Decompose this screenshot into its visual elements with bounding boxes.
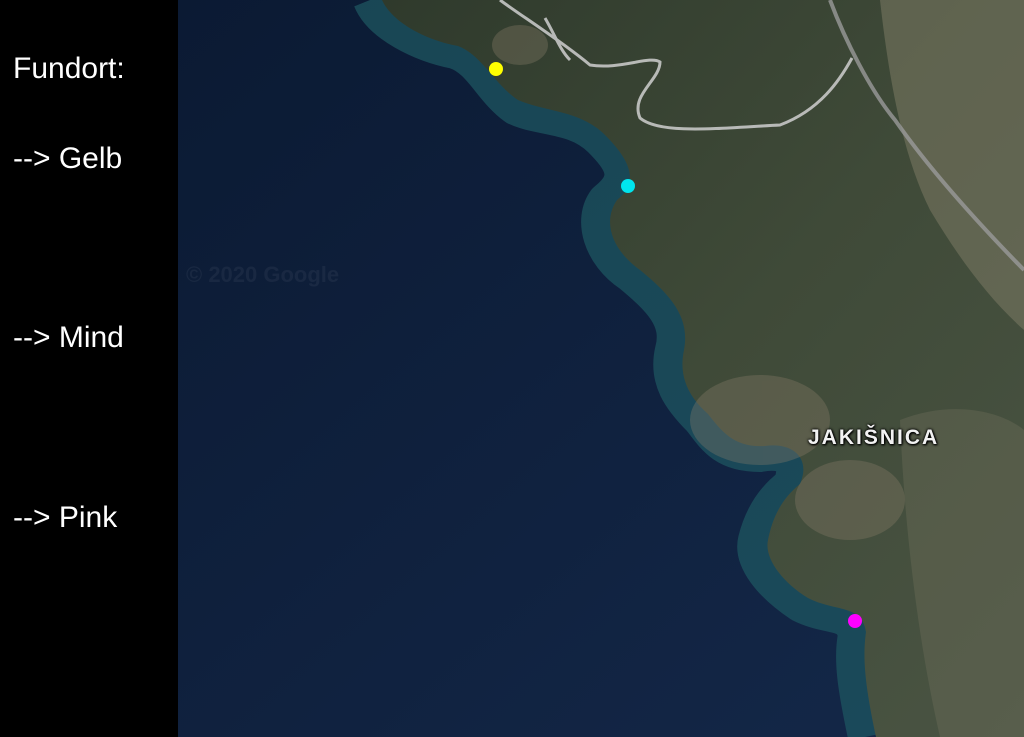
- map-watermark: © 2020 Google: [186, 262, 340, 287]
- place-label: JAKIŠNICA: [808, 426, 940, 449]
- satellite-map[interactable]: [178, 0, 1024, 737]
- cyan-marker[interactable]: [621, 179, 635, 193]
- legend-item-pink: --> Pink: [13, 501, 118, 534]
- legend-item-gelb: --> Gelb: [13, 142, 123, 175]
- legend-title: Fundort:: [13, 52, 125, 85]
- legend-item-mind: --> Mind: [13, 321, 124, 354]
- magenta-marker[interactable]: [848, 614, 862, 628]
- yellow-marker[interactable]: [489, 62, 503, 76]
- legend-panel: Fundort: --> Gelb --> Mind --> Pink: [0, 0, 178, 737]
